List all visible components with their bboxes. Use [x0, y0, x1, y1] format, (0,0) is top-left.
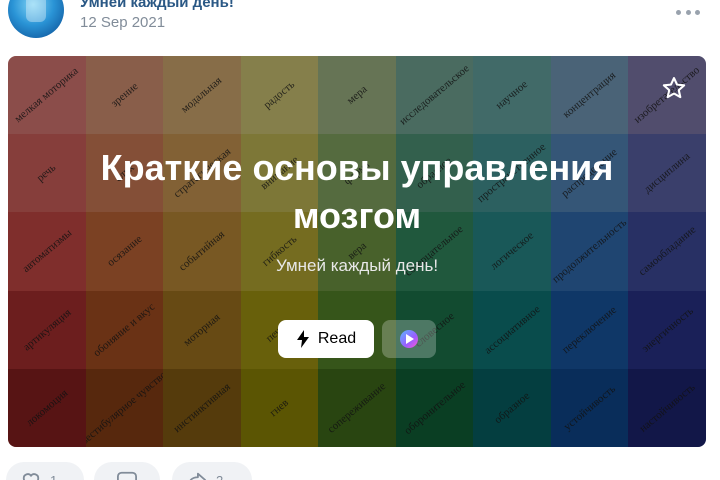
dark-overlay [8, 56, 706, 447]
comment-button[interactable] [94, 462, 160, 480]
share-count: 2 [216, 472, 224, 480]
lightning-icon [296, 330, 309, 348]
author-name[interactable]: Умней каждый день! [80, 0, 234, 11]
article-card[interactable]: мелкая моторика зрение модальная радость мер… [8, 56, 706, 447]
like-button[interactable]: 1 [6, 462, 84, 480]
author-avatar[interactable] [8, 0, 64, 38]
play-icon [400, 330, 418, 348]
heart-icon [22, 473, 40, 480]
listen-button[interactable] [382, 320, 436, 358]
star-icon[interactable] [660, 74, 688, 102]
share-icon [189, 472, 207, 480]
article-subtitle: Умней каждый день! [275, 256, 439, 275]
post-actions: 1 2 [0, 462, 720, 480]
article-title: Краткие основы управления мозгом [8, 144, 706, 240]
more-options-icon[interactable] [676, 4, 700, 20]
share-button[interactable]: 2 [172, 462, 252, 480]
article-title-line-1: Краткие основы управления [100, 147, 614, 188]
read-button-label: Read [317, 330, 357, 347]
read-button[interactable]: Read [278, 320, 374, 358]
post-header: Умней каждый день! 12 Sep 2021 [0, 0, 720, 44]
post-date[interactable]: 12 Sep 2021 [80, 14, 165, 31]
like-count: 1 [50, 472, 58, 480]
article-title-line-2: мозгом [292, 195, 422, 236]
comment-icon [117, 471, 137, 480]
